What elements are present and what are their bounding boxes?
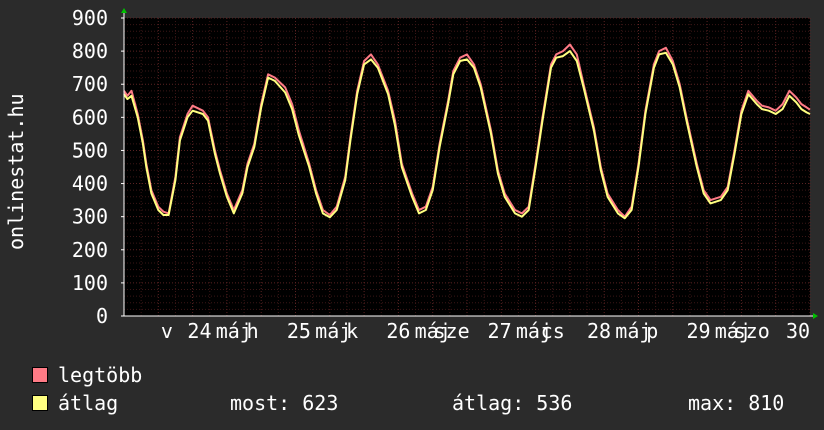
y-tick-label: 800 [72,39,108,63]
stat-current: most: 623 [230,391,339,415]
x-tick-label: h [247,319,259,343]
y-tick-label: 900 [72,6,108,30]
legend-label-max: legtöbb [58,363,143,387]
y-tick-label: 600 [72,105,108,129]
y-tick-label: 400 [72,172,108,196]
x-tick-label: 29 [686,319,710,343]
y-tick-label: 300 [72,205,108,229]
x-tick-label: cs [541,319,565,343]
x-tick-label: 24 [187,319,211,343]
x-tick-label: 28 [587,319,611,343]
legend-swatch-avg [32,395,48,411]
stat-maximum: max: 810 [688,391,785,415]
x-tick-label: 27 [488,319,512,343]
x-axis-arrow [813,313,818,319]
y-axis-arrow [121,8,127,13]
x-tick-label: v [161,319,173,343]
legend-swatch-max [32,367,48,383]
y-tick-label: 200 [72,238,108,262]
x-tick-label: 25 [287,319,311,343]
y-tick-label: 500 [72,138,108,162]
y-tick-label: 100 [72,271,108,295]
y-tick-label: 700 [72,72,108,96]
legend-item-avg: átlag [32,391,118,415]
x-tick-label: p [646,319,658,343]
x-tick-label: k [346,319,358,343]
x-tick-label: 30 [786,319,810,343]
legend-label-avg: átlag [58,391,119,415]
y-tick-label: 0 [96,304,108,328]
legend-item-max: legtöbb [32,363,142,387]
plot-area [124,18,810,316]
x-tick-label: szo [734,319,770,343]
x-tick-label: sze [434,319,470,343]
stat-average: átlag: 536 [452,391,573,415]
y-axis-label: onlinestat.hu [4,93,28,250]
x-tick-label: 26 [386,319,410,343]
